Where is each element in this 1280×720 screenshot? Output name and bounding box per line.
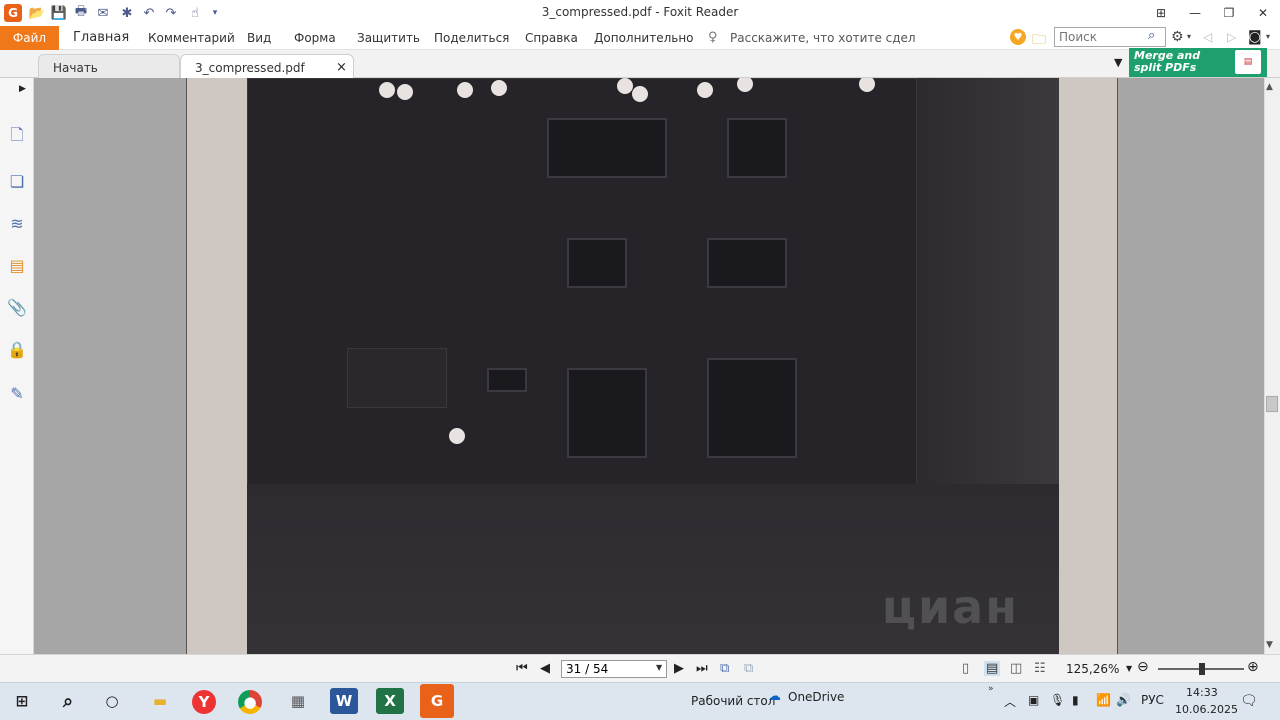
merge-split-banner[interactable]: Merge and split PDFs ▤ [1129, 48, 1267, 77]
onedrive-icon[interactable]: ☁ [768, 689, 781, 704]
microphone-icon[interactable]: 🎙 [1050, 693, 1065, 707]
page-number-input[interactable] [561, 660, 667, 678]
security-lock-icon[interactable]: 🔒 [6, 338, 28, 360]
zoom-dropdown-icon[interactable]: ▼ [1126, 664, 1132, 673]
word-icon[interactable]: W [330, 688, 358, 714]
feedback-icon[interactable]: ♥ [1010, 29, 1026, 45]
close-tab-icon[interactable]: × [336, 60, 347, 75]
tab-start[interactable]: Начать [38, 54, 180, 78]
tab-comment[interactable]: Комментарий [148, 31, 235, 45]
document-tabs-bar: Начать 3_compressed.pdf × [0, 50, 1280, 78]
clock-date[interactable]: 10.06.2025 [1175, 703, 1238, 716]
expand-panel-icon[interactable]: ▶ [19, 84, 26, 94]
facing-pages-icon[interactable]: ◫ [1010, 661, 1022, 676]
tab-protect[interactable]: Защитить [357, 31, 420, 45]
close-window-button[interactable]: ✕ [1245, 2, 1280, 24]
minimize-button[interactable]: — [1177, 2, 1213, 24]
language-indicator[interactable]: РУС [1141, 693, 1164, 707]
last-page-icon[interactable]: ⏭ [696, 661, 708, 676]
task-view-icon[interactable]: ○ [98, 688, 126, 714]
status-bar: ⏮ ◀ ▼ ▶ ⏭ ⧉ ⧉ ▯ ▤ ◫ ☷ 125,26% ▼ ⊖ ⊕ [0, 654, 1280, 682]
page-dropdown-icon[interactable]: ▼ [656, 663, 662, 672]
scroll-up-icon[interactable]: ▲ [1266, 82, 1273, 92]
tab-home[interactable]: Главная [73, 30, 129, 45]
tab-document[interactable]: 3_compressed.pdf [180, 54, 354, 78]
zoom-out-icon[interactable]: ⊖ [1137, 659, 1149, 675]
lightbulb-icon: ♀ [708, 30, 718, 45]
signatures-icon[interactable]: ✎ [6, 382, 28, 404]
tray-overflow-icon[interactable]: ︿ [1004, 693, 1016, 710]
bookmarks-icon[interactable]: 🗋 [6, 125, 28, 148]
tabs-dropdown-icon[interactable]: ▼ [1114, 56, 1122, 69]
comments-icon[interactable]: ▤ [6, 254, 28, 276]
taskbar-search-icon[interactable]: ⌕ [54, 688, 82, 714]
foxit-taskbar-icon[interactable]: G [420, 684, 454, 718]
desktop-toolbar-label[interactable]: Рабочий стол [691, 694, 775, 708]
cian-watermark: циан [881, 580, 1019, 634]
account-dropdown-icon[interactable]: ▾ [1266, 32, 1270, 41]
single-page-icon[interactable]: ▯ [962, 661, 969, 676]
zoom-slider-thumb[interactable] [1199, 663, 1205, 675]
building-photo: циан [247, 78, 1059, 654]
settings-dropdown-icon[interactable]: ▾ [1187, 32, 1191, 41]
ribbon-tabs: Файл Главная Комментарий Вид Форма Защит… [0, 26, 1280, 50]
tell-me-input[interactable]: Расскажите, что хотите сдел [730, 31, 916, 45]
onedrive-label[interactable]: OneDrive [788, 690, 844, 704]
layers-icon[interactable]: ≋ [6, 212, 28, 234]
continuous-page-icon[interactable]: ▤ [984, 661, 1001, 676]
zoom-level[interactable]: 125,26% [1066, 662, 1119, 676]
tab-form[interactable]: Форма [294, 31, 336, 45]
settings-gear-icon[interactable]: ⚙ [1171, 29, 1184, 45]
first-page-icon[interactable]: ⏮ [516, 661, 528, 676]
continuous-facing-icon[interactable]: ☷ [1034, 661, 1046, 676]
wifi-icon[interactable]: 📶 [1096, 693, 1111, 707]
page-thumbnails-icon[interactable]: ❏ [6, 170, 28, 192]
zoom-in-icon[interactable]: ⊕ [1247, 659, 1259, 675]
notifications-icon[interactable]: 🗨 [1240, 693, 1258, 709]
next-view-icon[interactable]: ⧉ [744, 661, 753, 676]
tab-help[interactable]: Справка [525, 31, 578, 45]
battery-icon[interactable]: ▮ [1072, 693, 1079, 707]
previous-page-icon[interactable]: ◀ [540, 661, 550, 676]
toolbar-expand-icon[interactable]: » [988, 684, 994, 694]
pdf-page: циан [186, 78, 1118, 654]
yandex-browser-icon[interactable]: Y [192, 690, 216, 714]
search-icon[interactable]: ⌕ [1148, 28, 1155, 43]
tab-file[interactable]: Файл [0, 26, 59, 50]
document-viewer[interactable]: циан [34, 78, 1264, 654]
clock-time[interactable]: 14:33 [1186, 686, 1218, 699]
left-navigation-panel: ▶ 🗋 ❏ ≋ ▤ 📎 🔒 ✎ [0, 78, 34, 654]
file-explorer-icon[interactable]: ▬ [146, 688, 174, 714]
tab-view[interactable]: Вид [247, 31, 271, 45]
scroll-thumb[interactable] [1266, 396, 1278, 412]
windows-start-icon[interactable]: ⊞ [8, 688, 36, 714]
attachments-icon[interactable]: 📎 [6, 296, 28, 318]
excel-icon[interactable]: X [376, 688, 404, 714]
next-page-icon[interactable]: ▶ [674, 661, 684, 676]
forward-arrow-icon[interactable]: ▷ [1227, 30, 1236, 44]
ribbon-display-icon[interactable]: ⊞ [1143, 2, 1179, 24]
back-arrow-icon[interactable]: ◁ [1203, 30, 1212, 44]
device-icon[interactable]: ▣ [1028, 693, 1039, 707]
title-bar: G 📂 💾 🖶 ✉ ✱ ↶ ↷ ☝ ▾ 3_compressed.pdf - F… [0, 0, 1280, 26]
chrome-icon[interactable]: ● [238, 690, 262, 714]
scroll-down-icon[interactable]: ▼ [1266, 640, 1273, 650]
vertical-scrollbar[interactable] [1264, 78, 1280, 654]
previous-view-icon[interactable]: ⧉ [720, 661, 729, 676]
tab-extra[interactable]: Дополнительно [594, 31, 694, 45]
calculator-icon[interactable]: ▦ [284, 688, 312, 714]
pdf-tool-icon: ▤ [1235, 50, 1261, 74]
user-account-icon[interactable]: ◙ [1248, 29, 1262, 45]
window-title: 3_compressed.pdf - Foxit Reader [541, 5, 739, 19]
tab-share[interactable]: Поделиться [434, 31, 509, 45]
volume-icon[interactable]: 🔊 [1116, 693, 1131, 707]
restore-button[interactable]: ❐ [1211, 2, 1247, 24]
